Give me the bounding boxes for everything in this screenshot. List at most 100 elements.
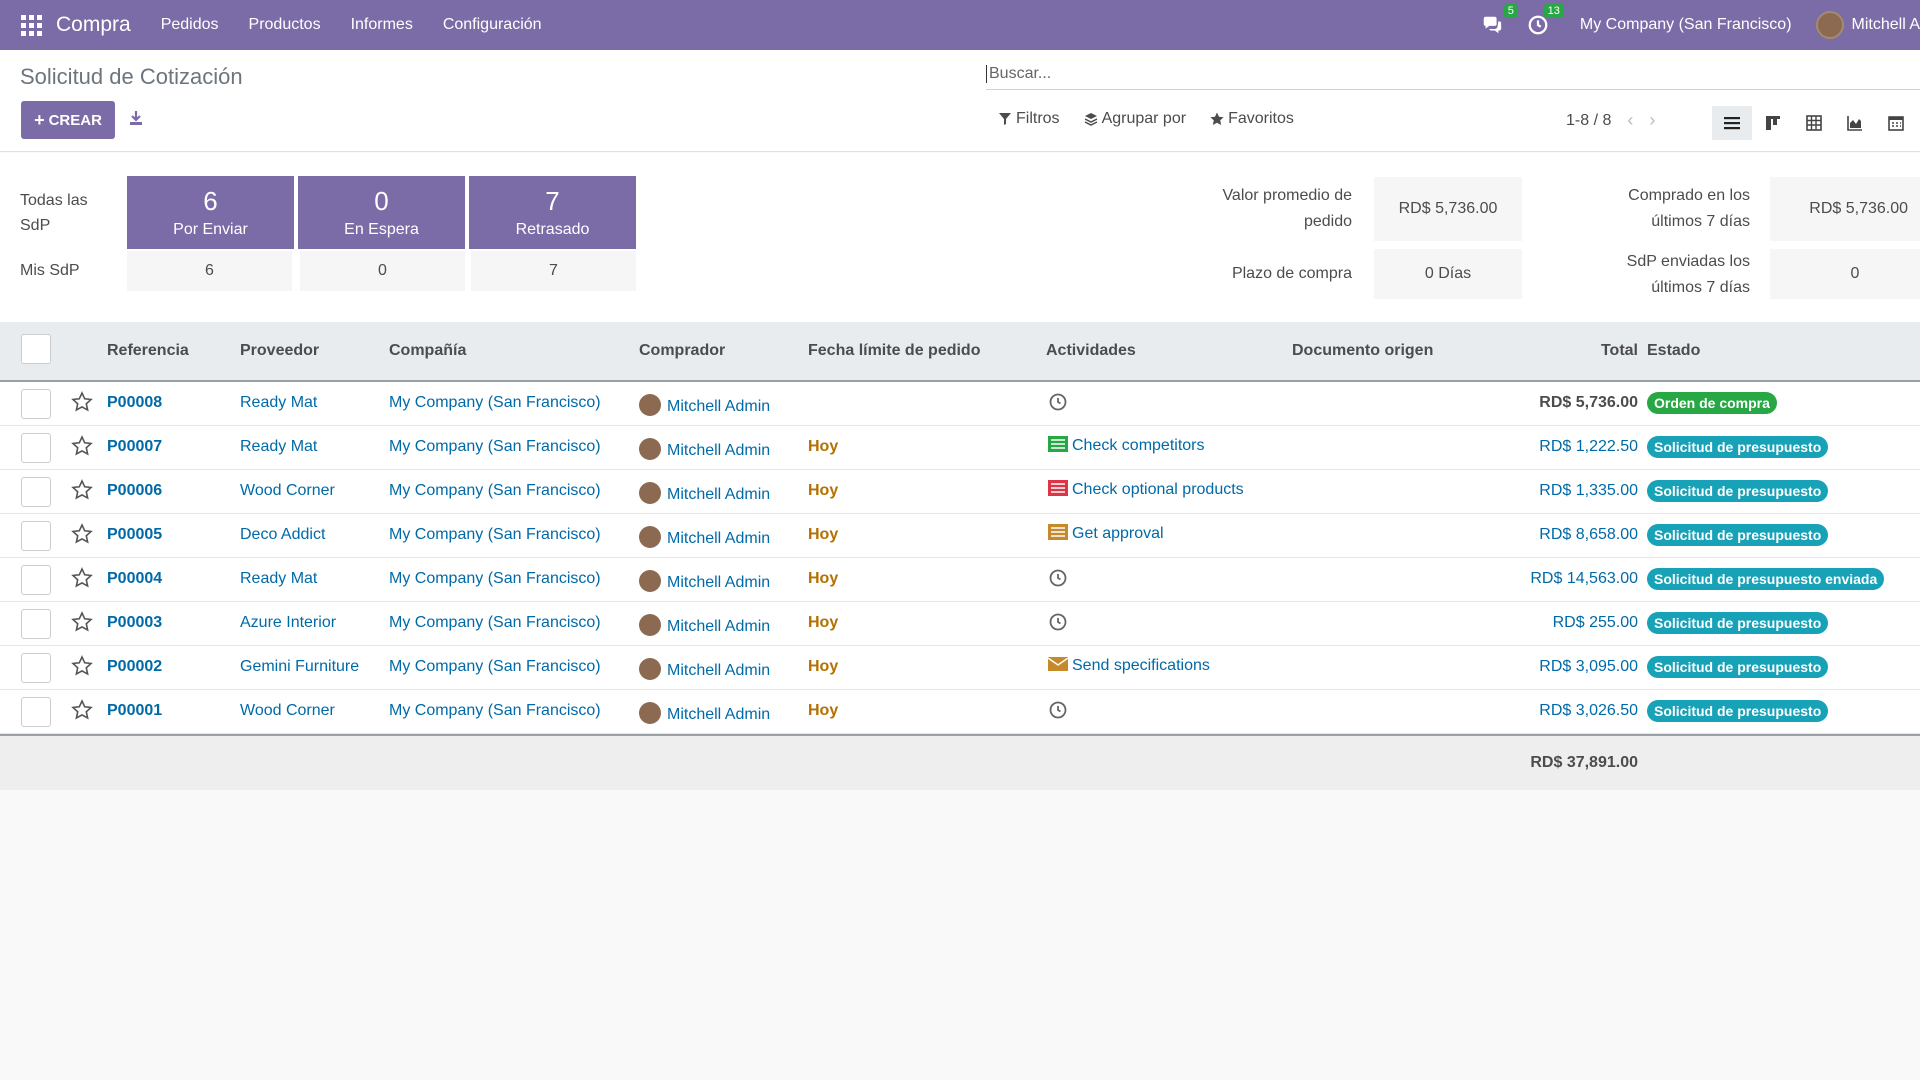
row-checkbox[interactable] <box>21 433 51 463</box>
favorites-button[interactable]: Favoritos <box>1210 110 1294 128</box>
priority-star-icon[interactable] <box>71 391 93 413</box>
priority-star-icon[interactable] <box>71 523 93 545</box>
row-buyer[interactable]: Mitchell Admin <box>639 570 770 592</box>
pager-next-icon[interactable]: › <box>1649 110 1655 131</box>
row-buyer[interactable]: Mitchell Admin <box>639 702 770 724</box>
row-activity[interactable] <box>1048 612 1068 633</box>
priority-star-icon[interactable] <box>71 655 93 677</box>
header-reference[interactable]: Referencia <box>107 342 189 360</box>
row-buyer[interactable]: Mitchell Admin <box>639 658 770 680</box>
menu-pedidos[interactable]: Pedidos <box>161 16 219 34</box>
row-company[interactable]: My Company (San Francisco) <box>389 658 601 676</box>
header-activities[interactable]: Actividades <box>1046 342 1136 360</box>
header-total[interactable]: Total <box>1560 342 1638 360</box>
groupby-button[interactable]: Agrupar por <box>1084 110 1186 128</box>
row-vendor[interactable]: Gemini Furniture <box>240 658 359 676</box>
row-company[interactable]: My Company (San Francisco) <box>389 570 601 588</box>
row-activity[interactable] <box>1048 392 1068 413</box>
row-buyer[interactable]: Mitchell Admin <box>639 614 770 636</box>
row-checkbox[interactable] <box>21 389 51 419</box>
row-checkbox[interactable] <box>21 609 51 639</box>
graph-view-icon[interactable] <box>1835 106 1875 140</box>
activities-icon[interactable]: 13 <box>1526 4 1564 37</box>
row-checkbox[interactable] <box>21 565 51 595</box>
row-vendor[interactable]: Wood Corner <box>240 702 335 720</box>
row-reference[interactable]: P00007 <box>107 438 162 456</box>
table-row[interactable]: P00003 Azure Interior My Company (San Fran… <box>0 602 1920 646</box>
row-checkbox[interactable] <box>21 697 51 727</box>
my-waiting[interactable]: 0 <box>300 251 465 291</box>
row-activity[interactable] <box>1048 700 1068 721</box>
header-state[interactable]: Estado <box>1647 342 1700 360</box>
apps-menu-icon[interactable] <box>16 10 46 40</box>
row-vendor[interactable]: Wood Corner <box>240 482 335 500</box>
filters-button[interactable]: Filtros <box>998 110 1060 128</box>
row-company[interactable]: My Company (San Francisco) <box>389 438 601 456</box>
table-row[interactable]: P00001 Wood Corner My Company (San Francis… <box>0 690 1920 734</box>
row-checkbox[interactable] <box>21 521 51 551</box>
row-reference[interactable]: P00002 <box>107 658 162 676</box>
header-deadline[interactable]: Fecha límite de pedido <box>808 342 980 360</box>
row-reference[interactable]: P00003 <box>107 614 162 632</box>
row-checkbox[interactable] <box>21 477 51 507</box>
header-vendor[interactable]: Proveedor <box>240 342 319 360</box>
row-activity[interactable]: Get approval <box>1048 524 1164 543</box>
table-row[interactable]: P00005 Deco Addict My Company (San Francis… <box>0 514 1920 558</box>
tile-late[interactable]: 7 Retrasado <box>469 176 636 249</box>
priority-star-icon[interactable] <box>71 611 93 633</box>
priority-star-icon[interactable] <box>71 479 93 501</box>
row-reference[interactable]: P00004 <box>107 570 162 588</box>
row-vendor[interactable]: Deco Addict <box>240 526 325 544</box>
create-button[interactable]: + CREAR <box>21 101 115 139</box>
row-company[interactable]: My Company (San Francisco) <box>389 702 601 720</box>
header-company[interactable]: Compañía <box>389 342 466 360</box>
row-company[interactable]: My Company (San Francisco) <box>389 526 601 544</box>
user-menu[interactable]: Mitchell A <box>1852 16 1920 34</box>
download-icon[interactable] <box>126 108 146 128</box>
app-name[interactable]: Compra <box>56 13 131 37</box>
row-activity[interactable]: Check optional products <box>1048 480 1244 499</box>
row-activity[interactable]: Check competitors <box>1048 436 1205 455</box>
row-company[interactable]: My Company (San Francisco) <box>389 394 601 412</box>
row-buyer[interactable]: Mitchell Admin <box>639 438 770 460</box>
company-switcher[interactable]: My Company (San Francisco) <box>1580 16 1792 34</box>
header-origin[interactable]: Documento origen <box>1292 342 1433 360</box>
row-reference[interactable]: P00005 <box>107 526 162 544</box>
my-to-send[interactable]: 6 <box>127 251 292 291</box>
pager-previous-icon[interactable]: ‹ <box>1627 110 1633 131</box>
user-avatar[interactable] <box>1815 11 1844 39</box>
row-company[interactable]: My Company (San Francisco) <box>389 614 601 632</box>
row-reference[interactable]: P00008 <box>107 394 162 412</box>
row-vendor[interactable]: Ready Mat <box>240 394 317 412</box>
priority-star-icon[interactable] <box>71 435 93 457</box>
kanban-view-icon[interactable] <box>1753 106 1793 140</box>
row-buyer[interactable]: Mitchell Admin <box>639 394 770 416</box>
table-row[interactable]: P00008 Ready Mat My Company (San Francisco… <box>0 382 1920 426</box>
messages-icon[interactable]: 5 <box>1480 4 1518 37</box>
my-late[interactable]: 7 <box>471 251 636 291</box>
list-view-icon[interactable] <box>1712 106 1752 140</box>
priority-star-icon[interactable] <box>71 699 93 721</box>
table-row[interactable]: P00007 Ready Mat My Company (San Francisco… <box>0 426 1920 470</box>
pager-value[interactable]: 1-8 / 8 <box>1566 112 1611 130</box>
row-buyer[interactable]: Mitchell Admin <box>639 482 770 504</box>
select-all-checkbox[interactable] <box>21 334 51 364</box>
table-row[interactable]: P00004 Ready Mat My Company (San Francisco… <box>0 558 1920 602</box>
row-checkbox[interactable] <box>21 653 51 683</box>
row-activity[interactable] <box>1048 568 1068 589</box>
row-buyer[interactable]: Mitchell Admin <box>639 526 770 548</box>
table-row[interactable]: P00006 Wood Corner My Company (San Francis… <box>0 470 1920 514</box>
row-activity[interactable]: Send specifications <box>1048 656 1210 675</box>
menu-informes[interactable]: Informes <box>351 16 413 34</box>
header-buyer[interactable]: Comprador <box>639 342 725 360</box>
priority-star-icon[interactable] <box>71 567 93 589</box>
tile-waiting[interactable]: 0 En Espera <box>298 176 465 249</box>
calendar-view-icon[interactable] <box>1876 106 1916 140</box>
row-vendor[interactable]: Ready Mat <box>240 438 317 456</box>
table-row[interactable]: P00002 Gemini Furniture My Company (San Fr… <box>0 646 1920 690</box>
pivot-view-icon[interactable] <box>1794 106 1834 140</box>
row-company[interactable]: My Company (San Francisco) <box>389 482 601 500</box>
row-vendor[interactable]: Ready Mat <box>240 570 317 588</box>
menu-configuracion[interactable]: Configuración <box>443 16 542 34</box>
row-vendor[interactable]: Azure Interior <box>240 614 336 632</box>
